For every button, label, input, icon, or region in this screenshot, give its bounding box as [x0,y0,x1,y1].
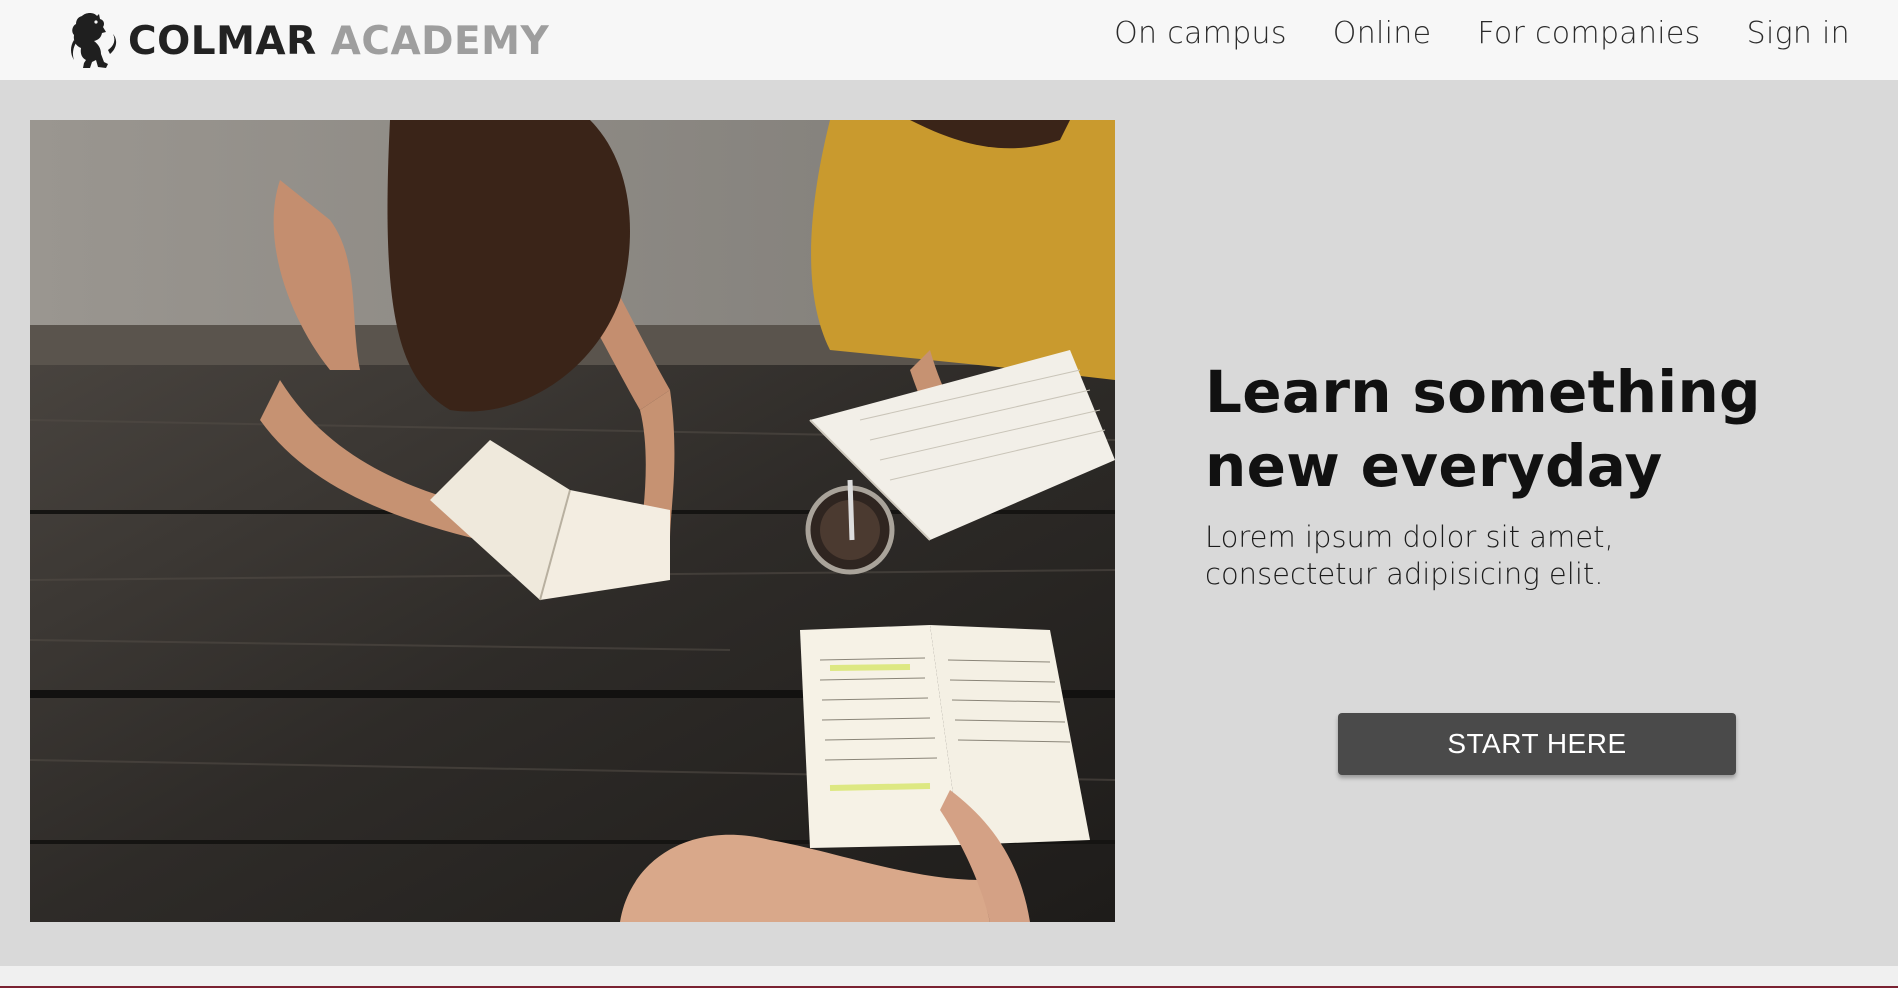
hero-subtitle-line-1: Lorem ipsum dolor sit amet, [1205,520,1614,554]
nav-link-on-campus[interactable]: On campus [1114,16,1287,51]
hero-title-line-2: new everyday [1205,432,1663,500]
hero-photo [30,120,1115,922]
nav-link-sign-in[interactable]: Sign in [1747,16,1850,51]
hero-subtitle: Lorem ipsum dolor sit amet, consectetur … [1205,519,1825,593]
main-nav: On campus Online For companies Sign in [1114,16,1850,51]
start-here-button[interactable]: START HERE [1338,713,1736,775]
lion-icon [68,10,120,72]
brand-name: COLMAR ACADEMY [128,19,549,64]
brand-word-academy: ACADEMY [330,18,550,64]
brand-word-colmar: COLMAR [128,18,317,64]
site-header: COLMAR ACADEMY On campus Online For compa… [0,0,1898,80]
hero-section: Learn something new everyday Lorem ipsum… [0,80,1898,966]
hero-subtitle-line-2: consectetur adipisicing elit. [1205,557,1604,591]
footer-band [0,966,1898,986]
hero-title-line-1: Learn something [1205,358,1761,426]
brand-logo-link[interactable]: COLMAR ACADEMY [68,10,549,72]
nav-link-online[interactable]: Online [1333,16,1432,51]
hero-title: Learn something new everyday [1205,355,1825,503]
hero-text-block: Learn something new everyday Lorem ipsum… [1205,355,1825,593]
nav-link-for-companies[interactable]: For companies [1477,16,1700,51]
page: COLMAR ACADEMY On campus Online For compa… [0,0,1898,988]
